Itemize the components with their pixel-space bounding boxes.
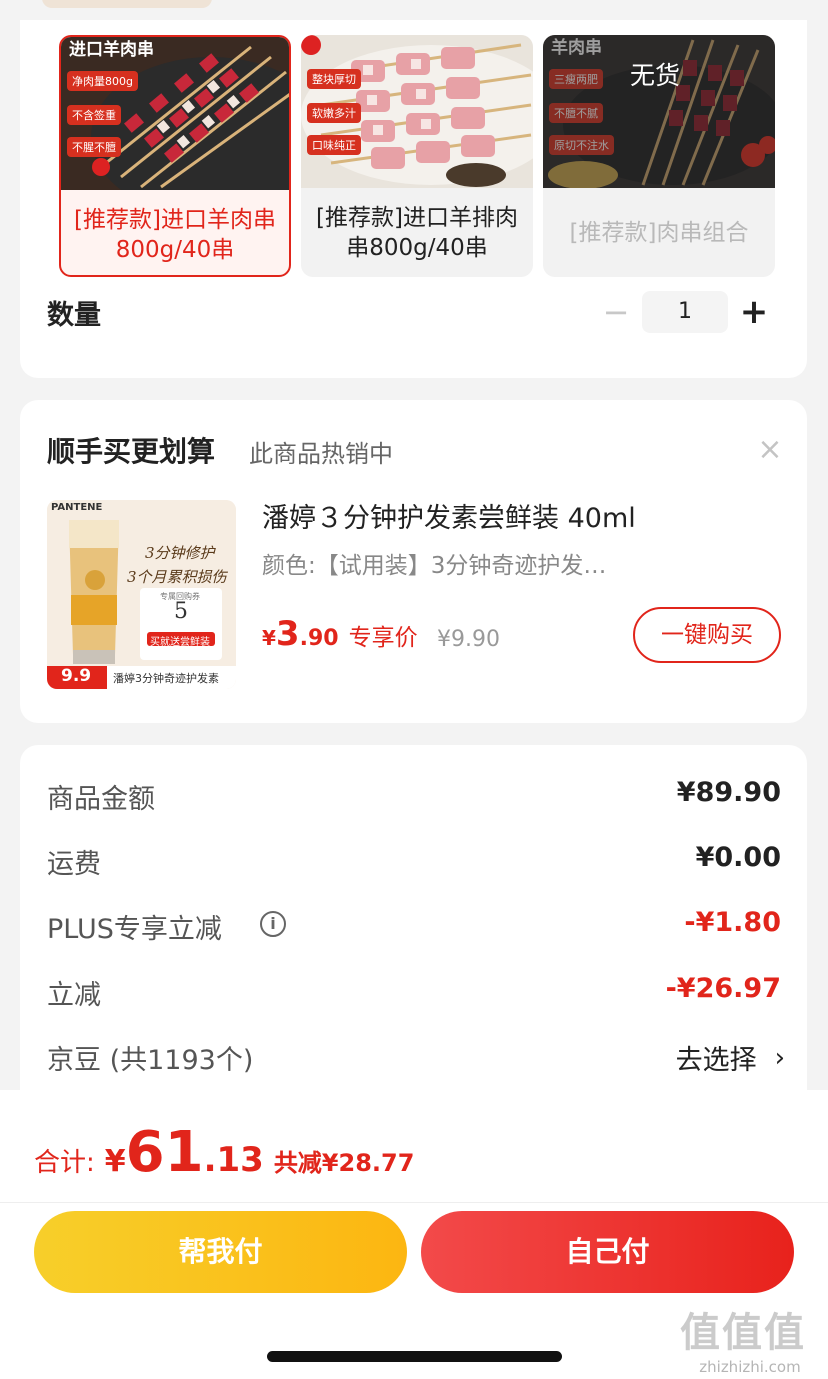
variant-tag: 不腥不膻: [67, 137, 121, 157]
sold-out-overlay: 无货: [543, 35, 775, 188]
addon-image-coupon-button: 买就送尝鲜装: [150, 637, 210, 648]
addon-product-spec: 颜色:【试用装】3分钟奇迹护发素40ml: [262, 553, 612, 579]
addon-image-line1: 3分钟修护: [145, 544, 215, 562]
help-me-pay-button[interactable]: 帮我付: [34, 1211, 407, 1293]
summary-label: 京豆 (共1193个): [47, 1045, 254, 1076]
summary-row-shipping: 运费 ¥0.00: [47, 834, 781, 884]
watermark-url: zhizhizhi.com: [699, 1358, 801, 1376]
variant-name: [推荐款]肉串组合: [569, 219, 749, 246]
summary-label: 运费: [47, 849, 101, 880]
summary-row-goods-amount: 商品金额 ¥89.90: [47, 769, 781, 819]
watermark-logo: 值值值: [680, 1310, 806, 1356]
variant-image: 羊肉串 三瘦两肥 不膻不腻 原切不注水 无货: [543, 35, 775, 188]
addon-price-label: 专享价: [348, 625, 418, 651]
variant-option-lamb-skewer[interactable]: 进口羊肉串 净肉量800g 不含签重 不腥不膻 [推荐款]进口羊肉串800g/4…: [59, 35, 291, 277]
summary-value: 去选择: [675, 1045, 757, 1076]
total-currency: ¥: [104, 1144, 126, 1179]
addon-image-line2: 3个月累积损伤: [127, 568, 227, 586]
addon-price-decimal: .90: [299, 626, 339, 651]
summary-label: 立减: [47, 980, 101, 1011]
addon-card: 顺手买更划算 此商品热销中 × PANTENE 3分钟修护 3个月累积损伤 专属…: [20, 400, 807, 723]
variant-option-lamb-rib-skewer[interactable]: 整块厚切 软嫩多汁 口味纯正 [推荐款]进口羊排肉串800g/40串: [301, 35, 533, 277]
variant-image: 整块厚切 软嫩多汁 口味纯正: [301, 35, 533, 188]
variant-image: 进口羊肉串 净肉量800g 不含签重 不腥不膻: [61, 37, 289, 190]
total-integer: 61: [125, 1120, 204, 1185]
summary-value: ¥89.90: [676, 777, 781, 808]
pay-myself-button[interactable]: 自己付: [421, 1211, 794, 1293]
addon-product-name[interactable]: 潘婷３分钟护发素尝鲜装 40ml: [262, 496, 636, 535]
scrolled-thumbnail: [42, 0, 212, 8]
summary-label: PLUS专享立减: [47, 914, 222, 945]
addon-product-image[interactable]: PANTENE 3分钟修护 3个月累积损伤 专属回购券 5 买就送尝鲜装 9.9…: [47, 500, 236, 689]
total-label: 合计:: [34, 1148, 95, 1178]
addon-subtitle: 此商品热销中: [249, 440, 393, 468]
variant-tag: 不含签重: [67, 105, 121, 125]
site-watermark: 值值值 zhizhizhi.com: [680, 1300, 820, 1376]
quantity-label: 数量: [47, 300, 101, 331]
addon-price: ¥ 3 .90 专享价: [262, 614, 418, 654]
addon-image-brand: PANTENE: [51, 502, 103, 513]
variant-tag: 净肉量800g: [67, 71, 138, 91]
summary-label: 商品金额: [47, 784, 155, 815]
quantity-decrease-button[interactable]: −: [600, 290, 632, 334]
variant-name: [推荐款]进口羊肉串800g/40串: [74, 206, 276, 263]
variant-option-skewer-combo[interactable]: 羊肉串 三瘦两肥 不膻不腻 原切不注水 无货 [推荐款]肉串组合: [543, 35, 775, 277]
variant-image-title: 进口羊肉串: [69, 40, 154, 60]
variant-tag: 口味纯正: [307, 135, 361, 155]
variant-card: 进口羊肉串 净肉量800g 不含签重 不腥不膻 [推荐款]进口羊肉串800g/4…: [20, 20, 807, 378]
price-summary-card: 商品金额 ¥89.90 运费 ¥0.00 PLUS专享立减 i -¥1.80 立…: [20, 745, 807, 1125]
quantity-input[interactable]: 1: [642, 291, 728, 333]
summary-row-plus-discount: PLUS专享立减 i -¥1.80: [47, 899, 781, 949]
addon-original-price: ¥9.90: [437, 627, 500, 652]
addon-title: 顺手买更划算: [47, 435, 216, 468]
quantity-increase-button[interactable]: +: [737, 290, 771, 334]
addon-image-price-tag: 9.9: [61, 666, 92, 686]
summary-value: ¥0.00: [695, 842, 781, 873]
addon-price-currency: ¥: [262, 626, 276, 650]
one-click-buy-button[interactable]: 一键购买: [633, 607, 781, 663]
summary-row-instant-discount: 立减 -¥26.97: [47, 965, 781, 1015]
addon-image-caption: 潘婷3分钟奇迹护发素: [113, 672, 219, 685]
summary-value: -¥26.97: [665, 973, 781, 1004]
sold-out-label: 无货: [629, 60, 680, 90]
jingdou-select-link[interactable]: 去选择 ›: [676, 1038, 785, 1077]
info-icon[interactable]: i: [260, 911, 286, 937]
chevron-right-icon: ›: [774, 1042, 785, 1073]
summary-value: -¥1.80: [684, 907, 781, 938]
close-icon[interactable]: ×: [756, 435, 784, 465]
variant-name: [推荐款]进口羊排肉串800g/40串: [316, 204, 518, 261]
variant-tag: 整块厚切: [307, 69, 361, 89]
addon-price-integer: 3: [275, 614, 300, 654]
home-indicator[interactable]: [267, 1351, 562, 1362]
summary-row-jingdou[interactable]: 京豆 (共1193个) 去选择 ›: [47, 1030, 785, 1080]
variant-tag: 软嫩多汁: [307, 103, 361, 123]
addon-image-coupon-value: 5: [174, 599, 188, 624]
order-total: 合计: ¥ 61 .13 共减¥28.77: [34, 1120, 414, 1185]
total-saving: 共减¥28.77: [273, 1149, 415, 1177]
total-decimal: .13: [203, 1140, 264, 1180]
divider: [0, 1202, 828, 1203]
